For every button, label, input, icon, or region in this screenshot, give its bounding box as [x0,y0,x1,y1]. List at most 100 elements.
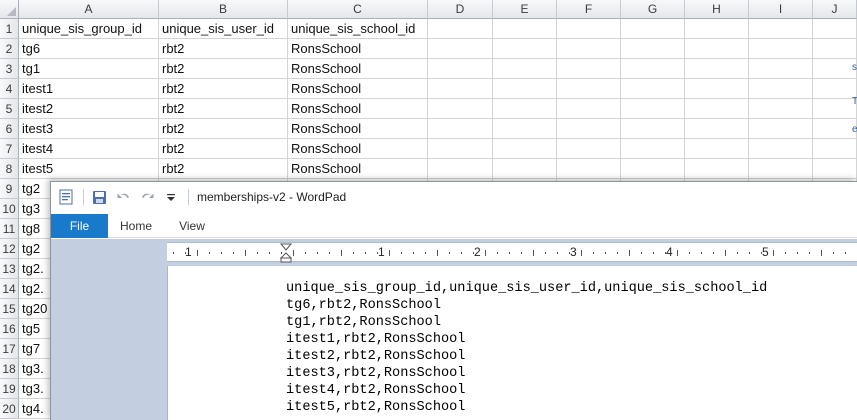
cell-d3[interactable] [428,59,493,79]
cell-c6[interactable]: RonsSchool [288,119,428,139]
cell-b8[interactable]: rbt2 [159,159,288,179]
document-page[interactable]: unique_sis_group_id,unique_sis_user_id,u… [167,266,857,420]
row-header-8[interactable]: 8 [0,159,19,179]
row-header-3[interactable]: 3 [0,59,19,79]
column-header-g[interactable]: G [621,0,685,19]
cell-f7[interactable] [557,139,621,159]
cell-e6[interactable] [493,119,557,139]
cell-a3[interactable]: tg1 [19,59,159,79]
cell-e8[interactable] [493,159,557,179]
column-header-b[interactable]: B [159,0,288,19]
document-line[interactable]: tg1,rbt2,RonsSchool [286,314,441,331]
document-line[interactable]: unique_sis_group_id,unique_sis_user_id,u… [286,280,767,297]
cell-i7[interactable] [749,139,813,159]
cell-c1[interactable]: unique_sis_school_id [288,19,428,39]
cell-c4[interactable]: RonsSchool [288,79,428,99]
cell-e4[interactable] [493,79,557,99]
cell-j1[interactable] [813,19,857,39]
column-header-j[interactable]: J [813,0,857,19]
row-header-9[interactable]: 9 [0,179,19,199]
cell-e7[interactable] [493,139,557,159]
cell-g4[interactable] [621,79,685,99]
save-icon[interactable] [90,188,108,206]
column-header-d[interactable]: D [428,0,493,19]
row-header-1[interactable]: 1 [0,19,19,39]
cell-a4[interactable]: itest1 [19,79,159,99]
row-header-16[interactable]: 16 [0,319,19,339]
row-header-13[interactable]: 13 [0,259,19,279]
row-header-15[interactable]: 15 [0,299,19,319]
wordpad-window[interactable]: memberships-v2 - WordPad File Home View … [50,181,857,420]
cell-g1[interactable] [621,19,685,39]
cell-i5[interactable] [749,99,813,119]
cell-f8[interactable] [557,159,621,179]
document-line[interactable]: itest2,rbt2,RonsSchool [286,348,465,365]
cell-e5[interactable] [493,99,557,119]
cell-i3[interactable] [749,59,813,79]
cell-a8[interactable]: itest5 [19,159,159,179]
row-header-17[interactable]: 17 [0,339,19,359]
row-header-6[interactable]: 6 [0,119,19,139]
cell-a5[interactable]: itest2 [19,99,159,119]
undo-icon[interactable] [114,188,132,206]
ruler[interactable]: 1 1 2 3 4 5 [167,242,857,263]
row-header-12[interactable]: 12 [0,239,19,259]
row-header-10[interactable]: 10 [0,199,19,219]
cell-e1[interactable] [493,19,557,39]
cell-d4[interactable] [428,79,493,99]
document-line[interactable]: itest5,rbt2,RonsSchool [286,399,465,416]
row-header-11[interactable]: 11 [0,219,19,239]
cell-h1[interactable] [685,19,749,39]
cell-d8[interactable] [428,159,493,179]
cell-c7[interactable]: RonsSchool [288,139,428,159]
tab-view[interactable]: View [171,214,213,238]
cell-c8[interactable]: RonsSchool [288,159,428,179]
cell-f5[interactable] [557,99,621,119]
tab-file[interactable]: File [51,214,108,238]
cell-h5[interactable] [685,99,749,119]
cell-d1[interactable] [428,19,493,39]
cell-g5[interactable] [621,99,685,119]
cell-a2[interactable]: tg6 [19,39,159,59]
cell-c3[interactable]: RonsSchool [288,59,428,79]
tab-home[interactable]: Home [115,214,157,238]
column-header-i[interactable]: I [749,0,813,19]
row-header-4[interactable]: 4 [0,79,19,99]
cell-f1[interactable] [557,19,621,39]
cell-b5[interactable]: rbt2 [159,99,288,119]
row-header-19[interactable]: 19 [0,379,19,399]
cell-j2[interactable] [813,39,857,59]
cell-j7[interactable] [813,139,857,159]
cell-h3[interactable] [685,59,749,79]
column-header-c[interactable]: C [288,0,428,19]
cell-g8[interactable] [621,159,685,179]
document-line[interactable]: tg6,rbt2,RonsSchool [286,297,441,314]
cell-f3[interactable] [557,59,621,79]
cell-i6[interactable] [749,119,813,139]
cell-b2[interactable]: rbt2 [159,39,288,59]
cell-b7[interactable]: rbt2 [159,139,288,159]
cell-h2[interactable] [685,39,749,59]
row-header-7[interactable]: 7 [0,139,19,159]
cell-j6[interactable] [813,119,857,139]
cell-e2[interactable] [493,39,557,59]
cell-b4[interactable]: rbt2 [159,79,288,99]
row-header-2[interactable]: 2 [0,39,19,59]
cell-g2[interactable] [621,39,685,59]
cell-h8[interactable] [685,159,749,179]
title-bar[interactable]: memberships-v2 - WordPad [51,182,857,212]
cell-d5[interactable] [428,99,493,119]
cell-b6[interactable]: rbt2 [159,119,288,139]
cell-g6[interactable] [621,119,685,139]
cell-d6[interactable] [428,119,493,139]
select-all-corner[interactable] [0,0,19,19]
cell-f2[interactable] [557,39,621,59]
cell-i1[interactable] [749,19,813,39]
row-header-14[interactable]: 14 [0,279,19,299]
column-header-e[interactable]: E [493,0,557,19]
indent-marker-icon[interactable] [279,243,293,268]
cell-a7[interactable]: itest4 [19,139,159,159]
cell-d2[interactable] [428,39,493,59]
cell-j4[interactable] [813,79,857,99]
cell-b1[interactable]: unique_sis_user_id [159,19,288,39]
